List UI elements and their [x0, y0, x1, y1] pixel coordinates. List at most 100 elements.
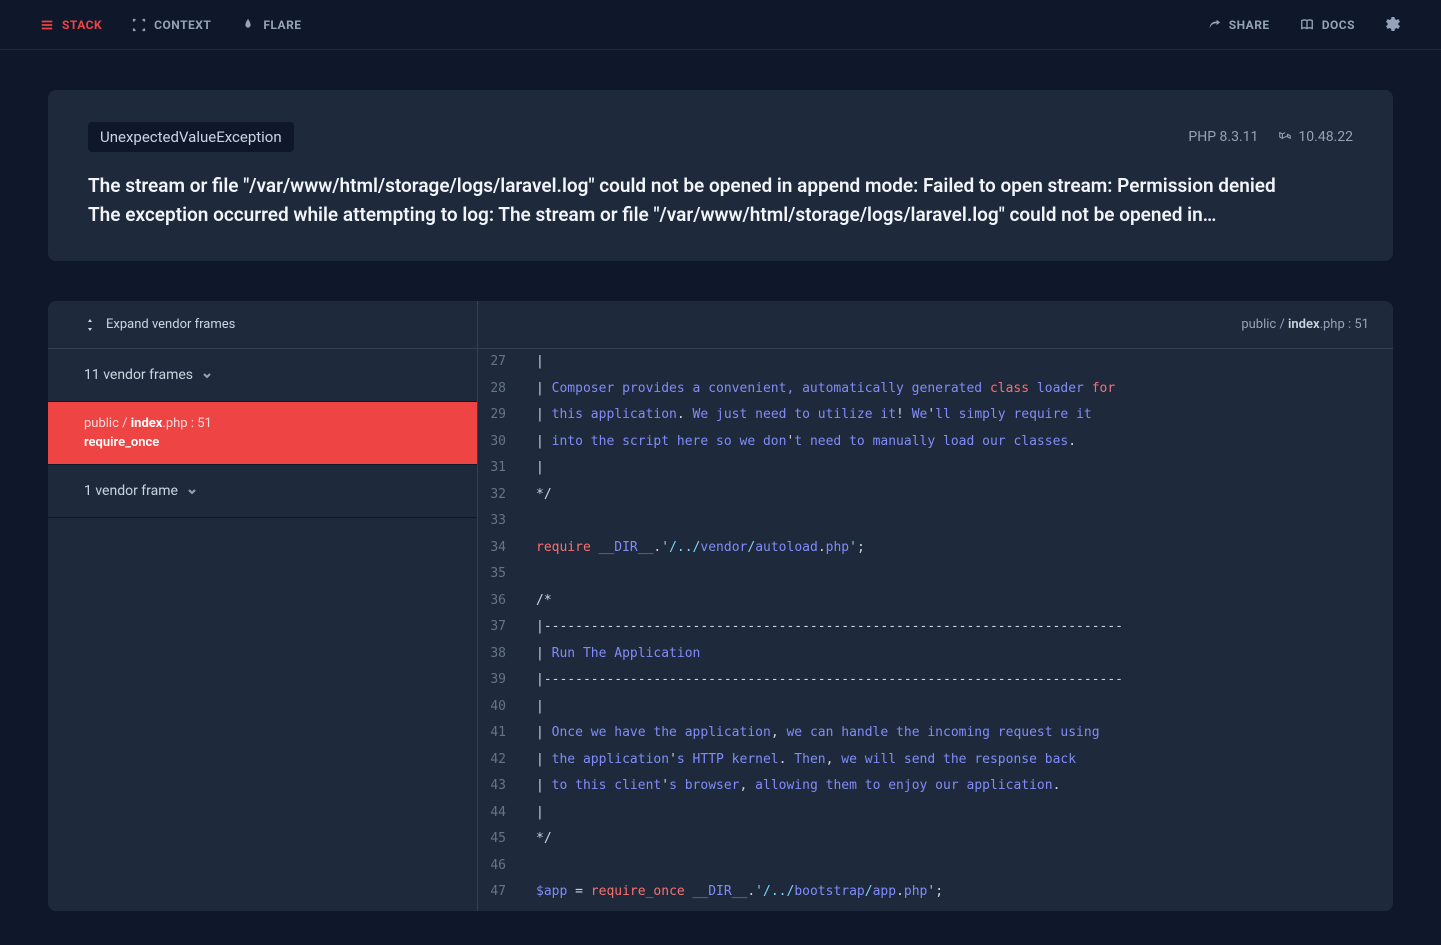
topbar-right: SHARE DOCS	[1207, 17, 1401, 33]
docs-button[interactable]: DOCS	[1300, 18, 1355, 32]
line-number: 33	[478, 508, 518, 535]
expand-vendor-frames[interactable]: Expand vendor frames	[48, 301, 477, 349]
stack-icon	[40, 18, 54, 32]
line-content: | Run The Application	[518, 641, 700, 668]
active-frame-fn: require_once	[84, 435, 441, 450]
line-number: 36	[478, 588, 518, 615]
error-message-line-1: The stream or file "/var/www/html/storag…	[88, 172, 1353, 201]
docs-icon	[1300, 18, 1314, 32]
topbar: STACK CONTEXT FLARE SHARE DOCS	[0, 0, 1441, 50]
line-content: | Composer provides a convenient, automa…	[518, 376, 1115, 403]
line-content: |	[518, 455, 544, 482]
flare-icon	[241, 18, 255, 32]
code-line: 33	[478, 508, 1393, 535]
line-content: $app = require_once __DIR__.'/../bootstr…	[518, 879, 943, 906]
line-number: 42	[478, 747, 518, 774]
chevron-down-icon	[186, 485, 198, 497]
code-line: 42| the application's HTTP kernel. Then,…	[478, 747, 1393, 774]
nav-context-label: CONTEXT	[154, 18, 211, 32]
line-content: */	[518, 482, 552, 509]
nav-context[interactable]: CONTEXT	[132, 18, 211, 32]
code-line: 28| Composer provides a convenient, auto…	[478, 376, 1393, 403]
nav-stack[interactable]: STACK	[40, 18, 102, 32]
code-line: 45*/	[478, 826, 1393, 853]
line-number: 28	[478, 376, 518, 403]
line-number: 38	[478, 641, 518, 668]
line-content: |	[518, 800, 544, 827]
line-content: |---------------------------------------…	[518, 667, 1123, 694]
line-number: 32	[478, 482, 518, 509]
share-label: SHARE	[1229, 18, 1270, 32]
line-content: |	[518, 349, 544, 376]
code-line: 32*/	[478, 482, 1393, 509]
code-line: 46	[478, 853, 1393, 880]
chevron-down-icon	[201, 369, 213, 381]
frame-group-after[interactable]: 1 vendor frame	[48, 465, 477, 518]
exception-badge: UnexpectedValueException	[88, 122, 294, 152]
line-number: 29	[478, 402, 518, 429]
line-content	[518, 561, 536, 588]
line-content: */	[518, 826, 552, 853]
line-content: | the application's HTTP kernel. Then, w…	[518, 747, 1076, 774]
code-view: public / index.php : 51 27|28| Composer …	[478, 301, 1393, 911]
line-content: | Once we have the application, we can h…	[518, 720, 1100, 747]
line-number: 45	[478, 826, 518, 853]
nav-flare-label: FLARE	[263, 18, 301, 32]
trace-sidebar: Expand vendor frames 11 vendor frames pu…	[48, 301, 478, 911]
code-line: 38| Run The Application	[478, 641, 1393, 668]
code-line: 47$app = require_once __DIR__.'/../boots…	[478, 879, 1393, 906]
active-frame-path: public / index.php : 51	[84, 416, 441, 431]
line-number: 35	[478, 561, 518, 588]
active-frame[interactable]: public / index.php : 51 require_once	[48, 402, 477, 465]
share-icon	[1207, 18, 1221, 32]
line-number: 30	[478, 429, 518, 456]
line-content: | this application. We just need to util…	[518, 402, 1092, 429]
context-icon	[132, 18, 146, 32]
line-number: 43	[478, 773, 518, 800]
line-content	[518, 508, 536, 535]
line-number: 39	[478, 667, 518, 694]
line-number: 34	[478, 535, 518, 562]
line-content: |---------------------------------------…	[518, 614, 1123, 641]
code-line: 43| to this client's browser, allowing t…	[478, 773, 1393, 800]
version-info: PHP 8.3.11 10.48.22	[1188, 129, 1353, 145]
line-content: | to this client's browser, allowing the…	[518, 773, 1060, 800]
line-content: | into the script here so we don't need …	[518, 429, 1076, 456]
trace-panel: Expand vendor frames 11 vendor frames pu…	[48, 301, 1393, 911]
gear-icon[interactable]	[1385, 17, 1401, 33]
code-body[interactable]: 27|28| Composer provides a convenient, a…	[478, 349, 1393, 911]
code-line: 37|-------------------------------------…	[478, 614, 1393, 641]
error-header: UnexpectedValueException PHP 8.3.11 10.4…	[88, 122, 1353, 152]
line-number: 31	[478, 455, 518, 482]
line-number: 41	[478, 720, 518, 747]
code-line: 41| Once we have the application, we can…	[478, 720, 1393, 747]
frame-group-after-label: 1 vendor frame	[84, 483, 178, 499]
line-number: 47	[478, 879, 518, 906]
error-message-line-2: The exception occurred while attempting …	[88, 201, 1353, 230]
code-line: 31|	[478, 455, 1393, 482]
error-message: The stream or file "/var/www/html/storag…	[88, 172, 1353, 229]
code-line: 44|	[478, 800, 1393, 827]
code-line: 40|	[478, 694, 1393, 721]
code-line: 27|	[478, 349, 1393, 376]
code-line: 35	[478, 561, 1393, 588]
line-number: 27	[478, 349, 518, 376]
code-line: 30| into the script here so we don't nee…	[478, 429, 1393, 456]
code-line: 39|-------------------------------------…	[478, 667, 1393, 694]
frame-group-before[interactable]: 11 vendor frames	[48, 349, 477, 402]
nav-flare[interactable]: FLARE	[241, 18, 301, 32]
laravel-icon	[1278, 130, 1292, 144]
line-number: 46	[478, 853, 518, 880]
share-button[interactable]: SHARE	[1207, 18, 1270, 32]
expand-label: Expand vendor frames	[106, 317, 235, 332]
line-content: require __DIR__.'/../vendor/autoload.php…	[518, 535, 865, 562]
expand-icon	[84, 319, 96, 331]
line-content	[518, 853, 536, 880]
error-card: UnexpectedValueException PHP 8.3.11 10.4…	[48, 90, 1393, 261]
topbar-left: STACK CONTEXT FLARE	[40, 18, 302, 32]
frame-group-before-label: 11 vendor frames	[84, 367, 193, 383]
line-number: 44	[478, 800, 518, 827]
line-content: /*	[518, 588, 552, 615]
line-content: |	[518, 694, 544, 721]
line-number: 37	[478, 614, 518, 641]
